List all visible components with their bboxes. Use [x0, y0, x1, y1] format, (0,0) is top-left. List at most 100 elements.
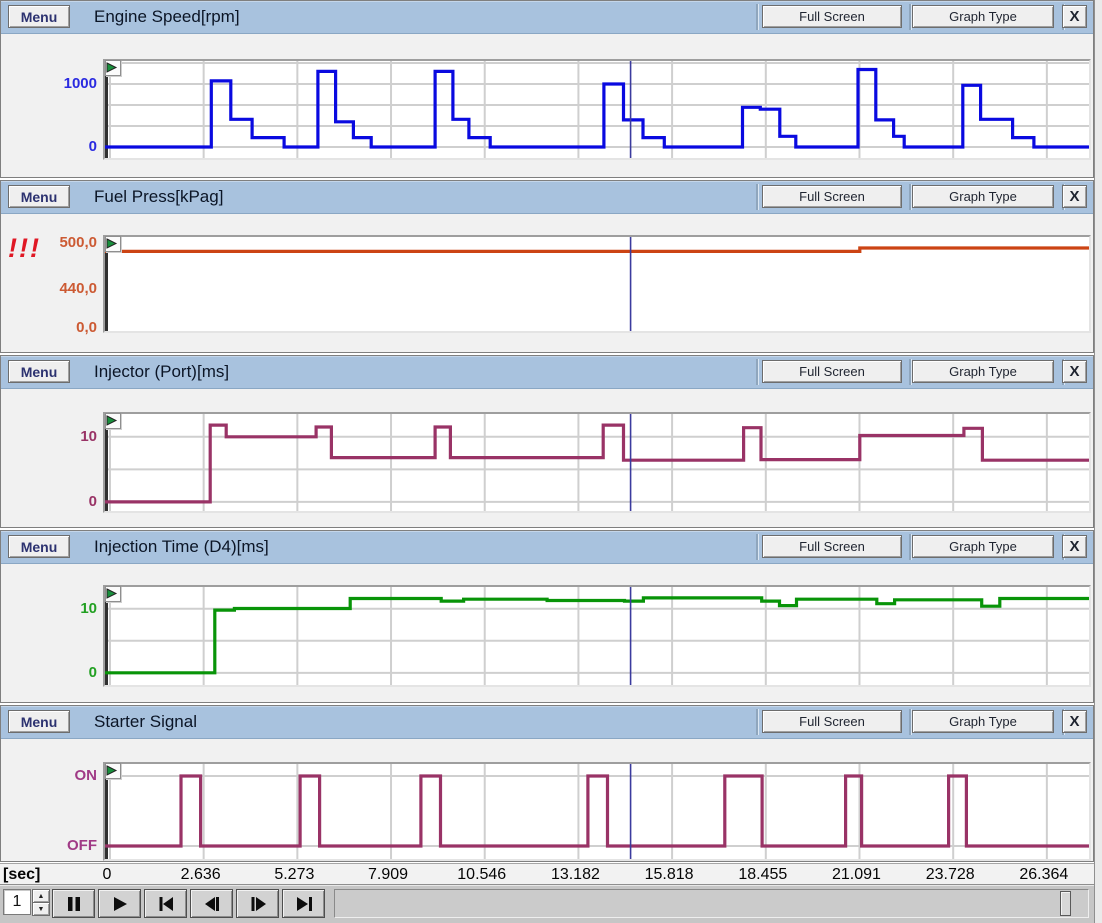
header-divider: [909, 359, 911, 385]
panel-title: Injection Time (D4)[ms]: [94, 537, 269, 557]
timeline-scrollbar-thumb[interactable]: [1060, 891, 1071, 916]
pause-icon: [64, 894, 84, 914]
header-divider: [909, 4, 911, 30]
panel-title: Injector (Port)[ms]: [94, 362, 229, 382]
time-axis-unit: [sec]: [3, 866, 40, 884]
menu-button[interactable]: Menu: [8, 5, 70, 28]
panel-header: Menu Starter Signal Full Screen Graph Type X: [1, 706, 1093, 739]
trace-marker-flag[interactable]: [105, 763, 121, 779]
full-screen-button[interactable]: Full Screen: [762, 360, 902, 383]
playback-speed-input[interactable]: 1: [3, 889, 31, 915]
flag-triangle: [107, 63, 116, 72]
time-tick-label: 7.909: [368, 866, 408, 884]
graph-panel-fuel-press: Menu Fuel Press[kPag] Full Screen Graph Typ…: [0, 180, 1094, 353]
header-divider: [756, 184, 758, 210]
waveform-canvas: [105, 237, 1089, 331]
plot-area[interactable]: [103, 412, 1091, 513]
graph-panel-injection-time: Menu Injection Time (D4)[ms] Full Screen Gr…: [0, 530, 1094, 703]
timeline-scrollbar-track[interactable]: [334, 889, 1089, 918]
time-tick-label: 15.818: [645, 866, 694, 884]
step-back-button[interactable]: [190, 889, 233, 918]
header-divider: [756, 359, 758, 385]
graph-type-button[interactable]: Graph Type: [912, 535, 1054, 558]
graph-type-button[interactable]: Graph Type: [912, 185, 1054, 208]
spin-down-button[interactable]: ▼: [32, 902, 50, 916]
panel-header: Menu Injector (Port)[ms] Full Screen Graph …: [1, 356, 1093, 389]
graph-type-button[interactable]: Graph Type: [912, 710, 1054, 733]
time-tick-label: 5.273: [274, 866, 314, 884]
y-axis-label: 0: [1, 664, 97, 682]
header-divider: [756, 709, 758, 735]
full-screen-button[interactable]: Full Screen: [762, 185, 902, 208]
spin-up-button[interactable]: ▲: [32, 889, 50, 903]
plot-area[interactable]: [103, 762, 1091, 861]
plot-area[interactable]: [103, 59, 1091, 160]
trace-marker-flag[interactable]: [105, 236, 121, 252]
graph-panel-injector-port: Menu Injector (Port)[ms] Full Screen Graph …: [0, 355, 1094, 528]
header-divider: [756, 534, 758, 560]
trace-marker-flag[interactable]: [105, 586, 121, 602]
data-logger-window: Menu Engine Speed[rpm] Full Screen Graph Ty…: [0, 0, 1102, 923]
step-back-icon: [202, 894, 222, 914]
graph-type-button[interactable]: Graph Type: [912, 5, 1054, 28]
time-axis: [sec] 02.6365.2737.90910.54613.18215.818…: [0, 863, 1094, 885]
flag-triangle: [107, 416, 116, 425]
play-button[interactable]: [98, 889, 141, 918]
y-axis-label: ON: [1, 767, 97, 785]
close-button[interactable]: X: [1062, 360, 1087, 383]
waveform-trace: [105, 776, 1089, 846]
panel-title: Fuel Press[kPag]: [94, 187, 223, 207]
waveform-canvas: [105, 414, 1089, 511]
waveform-canvas: [105, 587, 1089, 685]
full-screen-button[interactable]: Full Screen: [762, 535, 902, 558]
graph-type-button[interactable]: Graph Type: [912, 360, 1054, 383]
y-axis-label: OFF: [1, 837, 97, 855]
close-button[interactable]: X: [1062, 710, 1087, 733]
panel-header: Menu Injection Time (D4)[ms] Full Screen Gr…: [1, 531, 1093, 564]
panel-header: Menu Fuel Press[kPag] Full Screen Graph Typ…: [1, 181, 1093, 214]
plot-area[interactable]: [103, 585, 1091, 687]
header-divider: [909, 184, 911, 210]
flag-triangle: [107, 589, 116, 598]
step-forward-button[interactable]: [236, 889, 279, 918]
close-button[interactable]: X: [1062, 5, 1087, 28]
flag-triangle: [107, 239, 116, 248]
marker-flag-icon: [106, 62, 118, 74]
time-tick-label: 13.182: [551, 866, 600, 884]
skip-to-start-icon: [156, 894, 176, 914]
menu-button[interactable]: Menu: [8, 535, 70, 558]
skip-to-end-button[interactable]: [282, 889, 325, 918]
y-axis-label: 500,0: [1, 234, 97, 252]
panel-title: Engine Speed[rpm]: [94, 7, 240, 27]
close-button[interactable]: X: [1062, 535, 1087, 558]
marker-flag-icon: [106, 238, 118, 250]
marker-flag-icon: [106, 415, 118, 427]
y-axis-label: 1000: [1, 75, 97, 93]
time-tick-label: 21.091: [832, 866, 881, 884]
y-axis-label: 10: [1, 600, 97, 618]
header-divider: [909, 534, 911, 560]
trace-marker-flag[interactable]: [105, 60, 121, 76]
full-screen-button[interactable]: Full Screen: [762, 5, 902, 28]
menu-button[interactable]: Menu: [8, 360, 70, 383]
y-axis-label: 0: [1, 493, 97, 511]
panel-title: Starter Signal: [94, 712, 197, 732]
y-axis-label: 0: [1, 138, 97, 156]
y-axis-label: 10: [1, 428, 97, 446]
close-button[interactable]: X: [1062, 185, 1087, 208]
pause-button[interactable]: [52, 889, 95, 918]
menu-button[interactable]: Menu: [8, 185, 70, 208]
marker-flag-icon: [106, 588, 118, 600]
skip-to-end-icon: [294, 894, 314, 914]
waveform-trace: [105, 70, 1089, 148]
time-tick-label: 0: [103, 866, 112, 884]
graph-panel-engine-speed: Menu Engine Speed[rpm] Full Screen Graph Ty…: [0, 0, 1094, 178]
menu-button[interactable]: Menu: [8, 710, 70, 733]
trace-marker-flag[interactable]: [105, 413, 121, 429]
window-right-scrollbar[interactable]: [1094, 0, 1102, 923]
skip-to-start-button[interactable]: [144, 889, 187, 918]
plot-area[interactable]: [103, 235, 1091, 333]
full-screen-button[interactable]: Full Screen: [762, 710, 902, 733]
time-tick-label: 2.636: [181, 866, 221, 884]
graph-panel-starter-signal: Menu Starter Signal Full Screen Graph Type X…: [0, 705, 1094, 862]
